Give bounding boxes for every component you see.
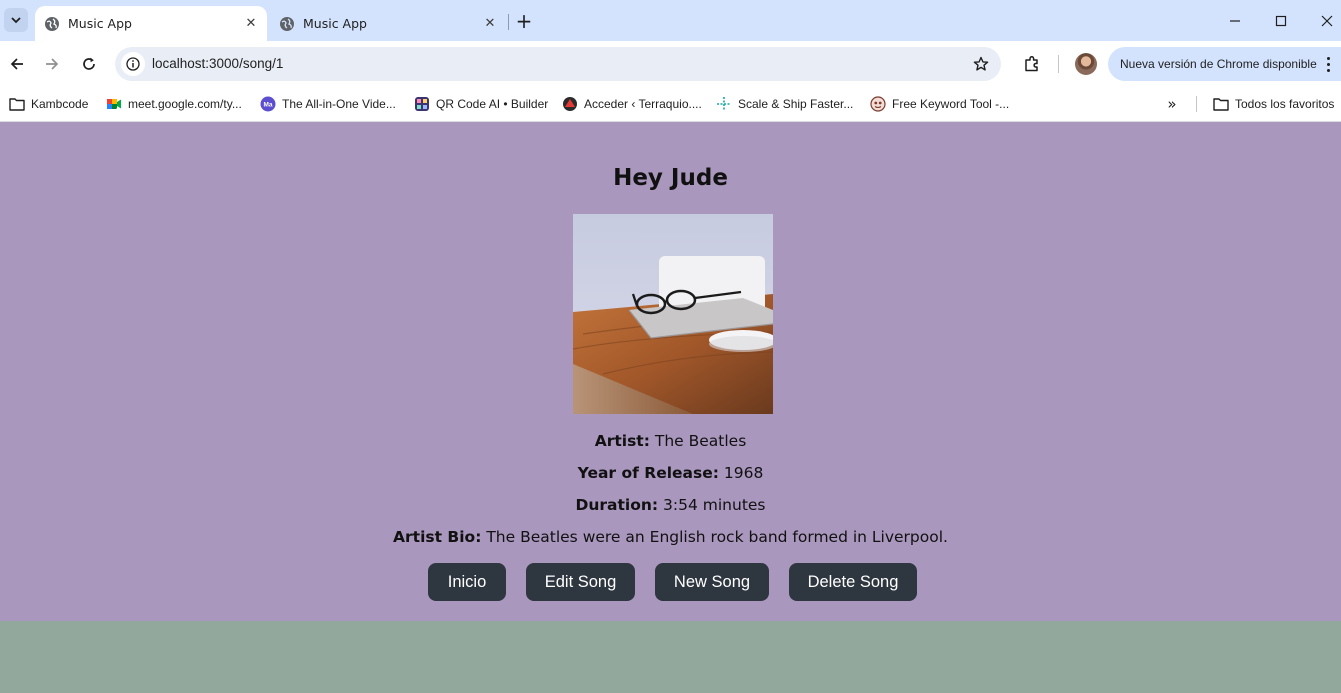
maximize-icon[interactable] <box>1258 7 1304 35</box>
close-tab-icon[interactable]: ✕ <box>480 14 500 34</box>
bookmark-label: Kambcode <box>31 97 89 111</box>
google-meet-icon <box>106 96 122 112</box>
globe-icon <box>44 16 60 32</box>
bookmark-label: Todos los favoritos <box>1235 97 1335 111</box>
tab-divider <box>508 14 509 30</box>
more-bookmarks-icon[interactable]: » <box>1162 95 1182 113</box>
tab-music-app-active[interactable]: Music App ✕ <box>35 6 267 41</box>
tab-music-app[interactable]: Music App ✕ <box>270 6 506 41</box>
song-actions: Inicio Edit Song New Song Delete Song <box>0 563 1341 601</box>
bookmark-label: meet.google.com/ty... <box>128 97 242 111</box>
tab-title: Music App <box>68 16 132 31</box>
folder-icon <box>1213 96 1229 112</box>
home-button[interactable]: Inicio <box>428 563 506 601</box>
bookmark-terraquio[interactable]: Acceder ‹ Terraquio.... <box>562 93 702 115</box>
bookmarks-bar: Kambcode meet.google.com/ty... Ma The Al… <box>0 87 1341 122</box>
year-line: Year of Release: 1968 <box>0 464 1341 482</box>
toolbar-divider <box>1058 55 1059 73</box>
duration-label: Duration: <box>575 496 659 514</box>
new-song-button[interactable]: New Song <box>655 563 769 601</box>
artist-bio-line: Artist Bio: The Beatles were an English … <box>0 528 1341 546</box>
chevron-down-icon <box>11 17 21 24</box>
close-tab-icon[interactable]: ✕ <box>241 14 261 34</box>
tab-strip: Music App ✕ Music App ✕ + <box>0 0 1341 41</box>
year-label: Year of Release: <box>577 464 719 482</box>
scale-ship-icon <box>716 96 732 112</box>
url-text[interactable]: localhost:3000/song/1 <box>152 56 283 71</box>
bookmark-video-app[interactable]: Ma The All-in-One Vide... <box>260 93 396 115</box>
video-app-icon: Ma <box>260 96 276 112</box>
bookmark-label: QR Code AI • Builder <box>436 97 549 111</box>
delete-song-button[interactable]: Delete Song <box>789 563 917 601</box>
bookmarks-divider <box>1196 96 1197 112</box>
artist-bio-label: Artist Bio: <box>393 528 482 546</box>
bookmark-label: Acceder ‹ Terraquio.... <box>584 97 702 111</box>
tab-title: Music App <box>303 16 367 31</box>
browser-toolbar: localhost:3000/song/1 Nueva versión de C… <box>0 41 1341 87</box>
update-label: Nueva versión de Chrome disponible <box>1120 57 1317 71</box>
bookmark-kambcode[interactable]: Kambcode <box>9 93 88 115</box>
song-title: Hey Jude <box>613 165 728 191</box>
duration-value: 3:54 minutes <box>663 496 766 514</box>
artist-value: The Beatles <box>654 432 747 450</box>
back-arrow-icon[interactable] <box>3 50 31 78</box>
artist-bio-value: The Beatles were an English rock band fo… <box>486 528 948 546</box>
artist-line: Artist: The Beatles <box>0 432 1341 450</box>
qr-app-icon <box>414 96 430 112</box>
bookmark-label: Free Keyword Tool -... <box>892 97 1010 111</box>
bookmark-qr-code-ai[interactable]: QR Code AI • Builder <box>414 93 548 115</box>
site-info-icon[interactable] <box>121 52 145 76</box>
reload-icon[interactable] <box>75 50 103 78</box>
bookmark-star-icon[interactable] <box>971 54 991 74</box>
extensions-puzzle-icon[interactable] <box>1020 52 1044 76</box>
duration-line: Duration: 3:54 minutes <box>0 496 1341 514</box>
bookmark-label: Scale & Ship Faster... <box>738 97 854 111</box>
song-cover-image <box>573 214 773 414</box>
chrome-update-button[interactable]: Nueva versión de Chrome disponible <box>1108 47 1341 81</box>
song-detail-panel: Hey Jude Artist: The Beatles Year of Rel… <box>0 122 1341 621</box>
new-tab-icon[interactable]: + <box>513 9 535 33</box>
bookmark-label: The All-in-One Vide... <box>282 97 396 111</box>
bookmark-keyword-tool[interactable]: Free Keyword Tool -... <box>870 93 1009 115</box>
bookmark-scale-ship[interactable]: Scale & Ship Faster... <box>716 93 853 115</box>
menu-kebab-icon[interactable] <box>1321 54 1335 74</box>
folder-icon <box>9 96 25 112</box>
svg-text:Ma: Ma <box>263 102 272 109</box>
tab-search-button[interactable] <box>4 8 28 32</box>
forward-arrow-icon[interactable] <box>38 50 66 78</box>
terraquio-icon <box>562 96 578 112</box>
address-bar[interactable]: localhost:3000/song/1 <box>115 47 1001 81</box>
profile-avatar[interactable] <box>1075 53 1097 75</box>
globe-icon <box>279 16 295 32</box>
close-window-icon[interactable] <box>1304 7 1341 35</box>
keyword-tool-icon <box>870 96 886 112</box>
minimize-icon[interactable] <box>1212 7 1258 35</box>
edit-song-button[interactable]: Edit Song <box>526 563 635 601</box>
bookmark-google-meet[interactable]: meet.google.com/ty... <box>106 93 242 115</box>
bookmark-all-favorites[interactable]: Todos los favoritos <box>1213 93 1334 115</box>
artist-label: Artist: <box>594 432 650 450</box>
year-value: 1968 <box>723 464 764 482</box>
